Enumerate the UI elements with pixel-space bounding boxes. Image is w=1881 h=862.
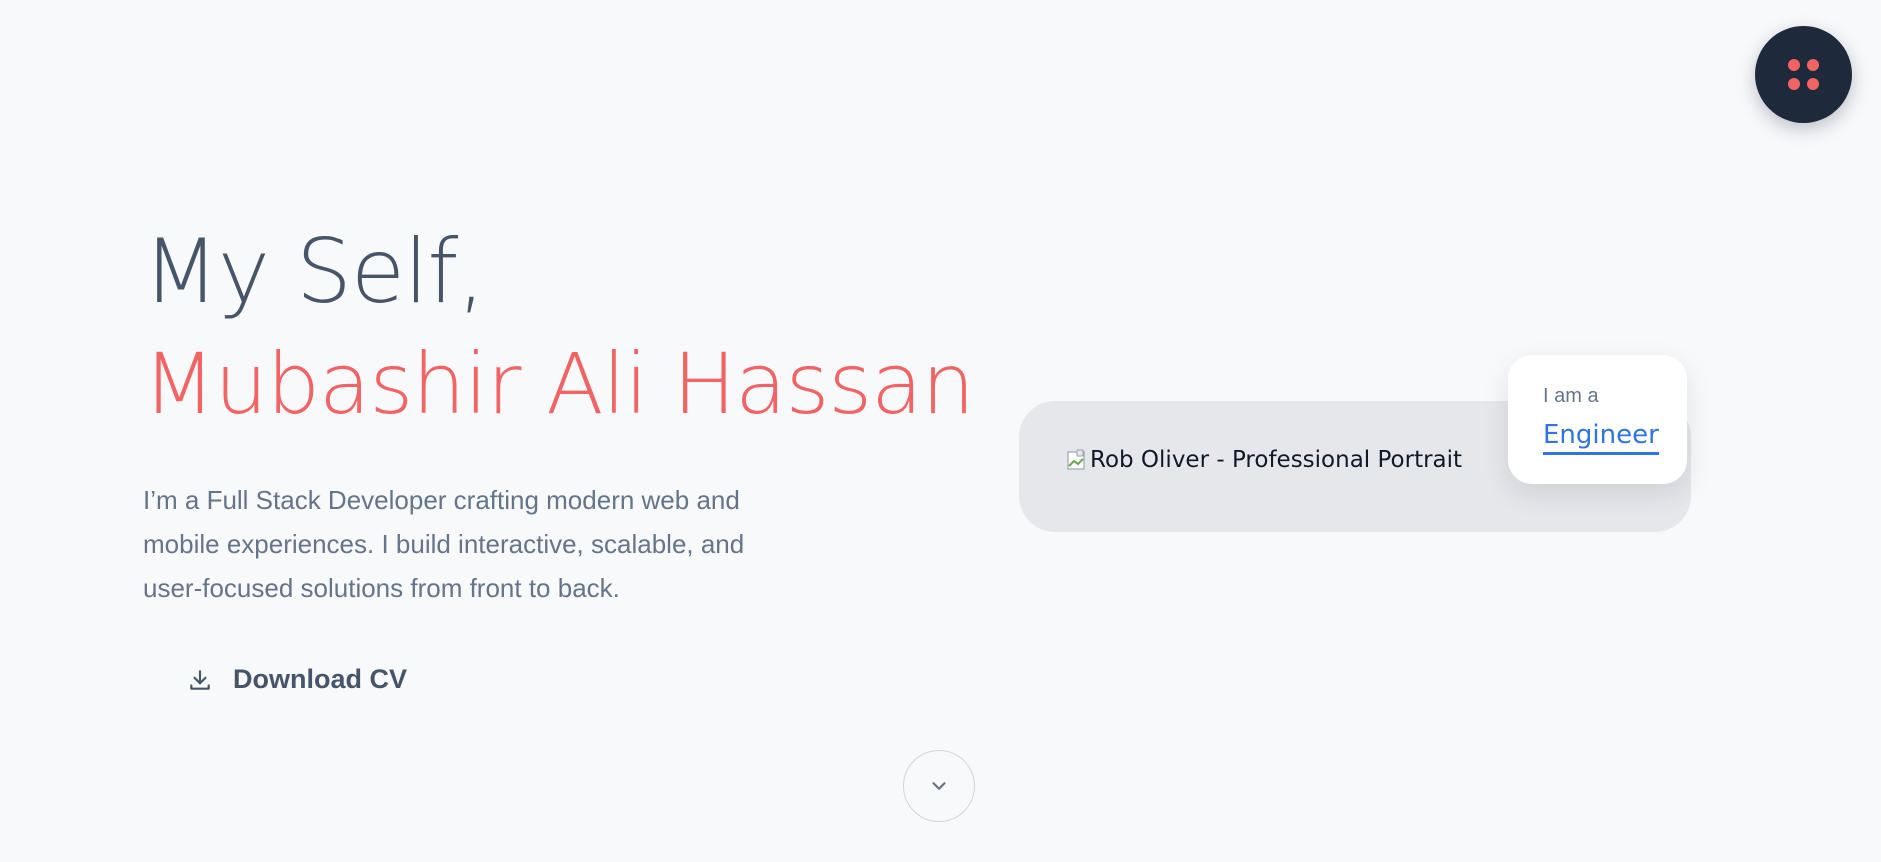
broken-image-icon bbox=[1067, 449, 1085, 470]
menu-dot bbox=[1807, 78, 1819, 90]
portrait-image: Rob Oliver - Professional Portrait bbox=[1066, 447, 1462, 473]
download-cv-label: Download CV bbox=[233, 664, 407, 694]
menu-dot bbox=[1788, 78, 1800, 90]
role-card: I am a Engineer bbox=[1508, 355, 1687, 484]
hero-intro: I’m a Full Stack Developer crafting mode… bbox=[143, 485, 745, 603]
download-icon bbox=[190, 669, 210, 690]
menu-dot bbox=[1807, 59, 1819, 71]
grid-dots-icon bbox=[1788, 59, 1819, 90]
chevron-down-icon bbox=[932, 782, 946, 790]
role-word[interactable]: Engineer bbox=[1543, 420, 1659, 455]
hero-greeting: My Self, bbox=[143, 220, 485, 323]
download-cv-button[interactable]: Download CV bbox=[187, 664, 407, 695]
menu-button[interactable] bbox=[1755, 26, 1852, 123]
menu-dot bbox=[1788, 59, 1800, 71]
page: My Self, Mubashir Ali Hassan I’m a Full … bbox=[0, 0, 1881, 862]
hero-section: My Self, Mubashir Ali Hassan I’m a Full … bbox=[143, 218, 975, 610]
hero-name: Mubashir Ali Hassan bbox=[143, 335, 975, 433]
portrait-alt-text: Rob Oliver - Professional Portrait bbox=[1090, 447, 1463, 473]
scroll-down-button[interactable] bbox=[903, 750, 975, 822]
role-prefix: I am a bbox=[1543, 385, 1599, 407]
